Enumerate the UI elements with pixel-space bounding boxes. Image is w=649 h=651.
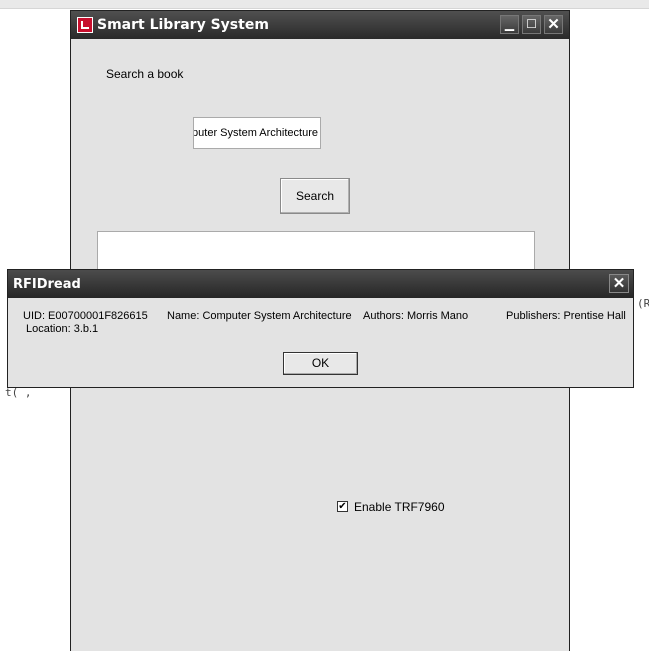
uid-text: UID: E00700001F826615 <box>23 310 148 322</box>
maximize-button[interactable]: ☐ <box>522 15 541 34</box>
window-title: Smart Library System <box>97 17 269 33</box>
search-input-text: nputer System Architecture <box>193 127 318 139</box>
minimize-button[interactable]: ▁ <box>500 15 519 34</box>
search-label: Search a book <box>106 67 184 81</box>
ok-button[interactable]: OK <box>283 352 358 375</box>
rfidread-dialog: RFIDread ✕ UID: E00700001F826615 Name: C… <box>7 269 634 388</box>
minimize-icon: ▁ <box>504 17 515 31</box>
enable-trf7960-checkbox[interactable]: ✔ <box>337 501 348 512</box>
checkmark-icon: ✔ <box>338 501 347 512</box>
main-titlebar[interactable]: Smart Library System ▁ ☐ ✕ <box>71 11 569 39</box>
authors-text: Authors: Morris Mano <box>363 310 469 322</box>
background-text-fragment: (R <box>637 297 649 310</box>
enable-trf7960-label[interactable]: Enable TRF7960 <box>354 500 445 514</box>
close-icon: ✕ <box>612 275 626 292</box>
dialog-title: RFIDread <box>13 277 81 292</box>
background-window-strip <box>0 0 649 9</box>
app-icon <box>77 17 93 33</box>
dialog-close-button[interactable]: ✕ <box>609 274 629 293</box>
dialog-titlebar[interactable]: RFIDread ✕ <box>8 270 633 298</box>
maximize-icon: ☐ <box>526 17 537 31</box>
close-button[interactable]: ✕ <box>544 15 563 34</box>
search-button[interactable]: Search <box>280 178 350 214</box>
location-text: Location: 3.b.1 <box>26 323 99 335</box>
search-input[interactable]: nputer System Architecture <box>193 117 321 149</box>
book-name-text: Name: Computer System Architecture <box>167 310 352 322</box>
close-icon: ✕ <box>547 16 560 33</box>
publishers-text: Publishers: Prentise Hall <box>506 310 626 322</box>
